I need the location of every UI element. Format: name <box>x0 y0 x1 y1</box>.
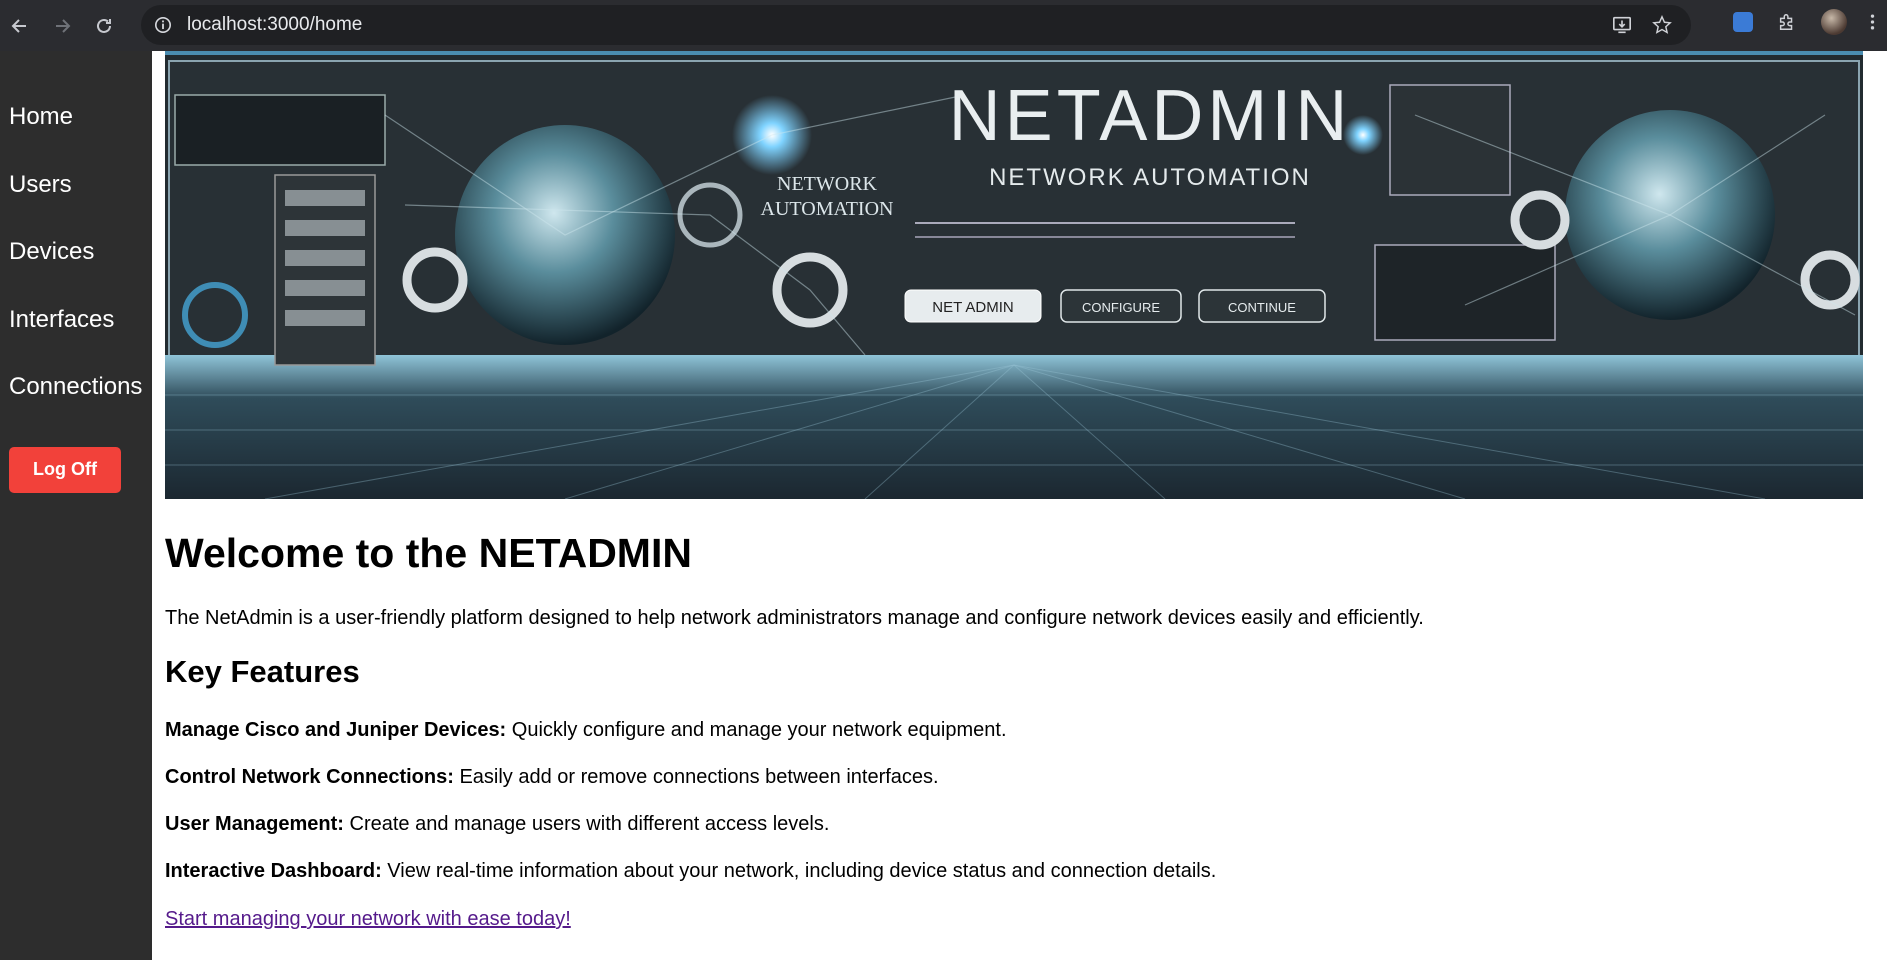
banner-btn-2: CONFIGURE <box>1082 300 1160 315</box>
banner-subtitle: NETWORK AUTOMATION <box>989 164 1311 191</box>
site-info-icon[interactable] <box>153 15 173 35</box>
arrow-right-icon <box>56 18 71 33</box>
browser-toolbar: localhost:3000/home <box>0 0 1887 51</box>
sidebar-item-connections[interactable]: Connections <box>0 375 152 443</box>
banner-side-text-1: NETWORK <box>777 173 878 195</box>
sidebar-item-devices[interactable]: Devices <box>0 240 152 308</box>
sidebar-item-home[interactable]: Home <box>0 105 152 173</box>
extension-icon[interactable] <box>1733 12 1753 32</box>
feature-title: User Management: <box>165 813 344 835</box>
profile-avatar[interactable] <box>1821 9 1847 35</box>
feature-text: Create and manage users with different a… <box>343 813 830 835</box>
feature-item: Interactive Dashboard: View real-time in… <box>165 861 1855 908</box>
feature-text: Easily add or remove connections between… <box>453 766 939 788</box>
feature-title: Interactive Dashboard: <box>165 860 382 882</box>
sidebar-item-interfaces[interactable]: Interfaces <box>0 307 152 376</box>
feature-item: User Management: Create and manage users… <box>165 814 1855 861</box>
features-heading: Key Features <box>165 654 360 689</box>
feature-text: Quickly configure and manage your networ… <box>506 719 1007 741</box>
feature-item: Control Network Connections: Easily add … <box>165 767 1855 814</box>
main-content: Welcome to the NETADMIN The NetAdmin is … <box>165 530 1855 931</box>
features-list: Manage Cisco and Juniper Devices: Quickl… <box>165 720 1855 908</box>
reload-icon <box>97 18 111 33</box>
reload-button[interactable] <box>90 12 118 40</box>
banner-illustration: NETADMIN NETWORK AUTOMATION NETWORK AUTO… <box>165 55 1863 499</box>
back-button[interactable] <box>6 12 34 40</box>
forward-button[interactable] <box>48 12 76 40</box>
cta-link[interactable]: Start managing your network with ease to… <box>165 908 571 931</box>
banner-btn-3: CONTINUE <box>1228 300 1296 315</box>
hero-banner: NETADMIN NETWORK AUTOMATION NETWORK AUTO… <box>165 51 1863 499</box>
install-app-icon[interactable] <box>1611 14 1633 36</box>
banner-side-text-2: AUTOMATION <box>761 198 894 220</box>
feature-text: View real-time information about your ne… <box>381 860 1217 882</box>
sidebar-item-users[interactable]: Users <box>0 172 152 241</box>
banner-title: NETADMIN <box>949 76 1352 156</box>
feature-item: Manage Cisco and Juniper Devices: Quickl… <box>165 720 1855 767</box>
sidebar: Home Users Devices Interfaces Connection… <box>0 51 152 960</box>
feature-title: Manage Cisco and Juniper Devices: <box>165 719 507 741</box>
page-title: Welcome to the NETADMIN <box>165 530 692 576</box>
log-off-button[interactable]: Log Off <box>9 446 121 493</box>
intro-text: The NetAdmin is a user-friendly platform… <box>165 607 1424 629</box>
feature-title: Control Network Connections: <box>165 766 454 788</box>
url-text: localhost:3000/home <box>187 14 363 35</box>
banner-btn-1: NET ADMIN <box>932 299 1013 316</box>
extensions-puzzle-icon[interactable] <box>1775 10 1799 34</box>
menu-dots-icon[interactable] <box>1869 10 1875 34</box>
arrow-left-icon <box>11 18 26 33</box>
address-bar[interactable]: localhost:3000/home <box>141 5 1691 45</box>
bookmark-star-icon[interactable] <box>1651 14 1673 36</box>
